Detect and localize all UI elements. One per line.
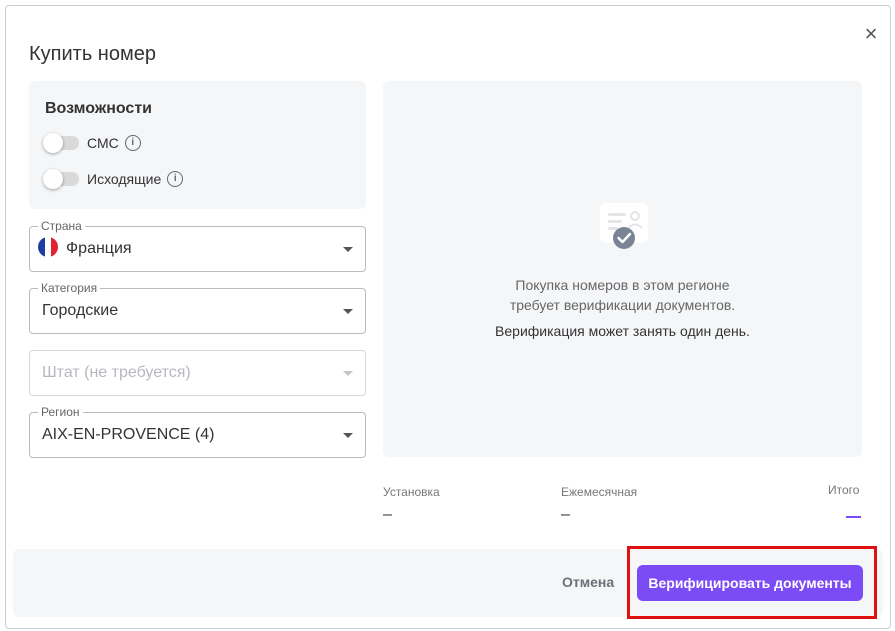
capabilities-panel: Возможности СМС i Исходящие i — [29, 81, 366, 209]
setup-value: – — [383, 506, 392, 523]
capabilities-title: Возможности — [45, 100, 152, 117]
capability-sms: СМС i — [43, 133, 141, 153]
france-flag-icon — [38, 237, 58, 257]
dialog-title: Купить номер — [29, 43, 156, 65]
outgoing-toggle[interactable] — [43, 169, 79, 189]
region-label: Регион — [38, 405, 83, 419]
capability-outgoing: Исходящие i — [43, 169, 184, 189]
cancel-button[interactable]: Отмена — [562, 574, 614, 590]
outgoing-label: Исходящие — [87, 171, 162, 187]
category-value: Городские — [42, 302, 119, 319]
verification-message: Покупка номеров в этом регионе требует в… — [383, 275, 862, 315]
region-value: AIX-EN-PROVENCE (4) — [42, 426, 215, 443]
monthly-label: Ежемесячная — [561, 485, 638, 499]
close-icon[interactable]: × — [861, 23, 881, 45]
verification-line-1: Покупка номеров в этом регионе — [515, 277, 730, 293]
country-label: Страна — [38, 219, 85, 233]
total-value — [846, 516, 861, 518]
state-placeholder: Штат (не требуется) — [42, 364, 191, 381]
category-label: Категория — [38, 281, 101, 295]
info-icon[interactable]: i — [124, 135, 141, 151]
chevron-down-icon — [343, 247, 353, 252]
chevron-down-icon — [343, 309, 353, 314]
country-text: Франция — [66, 240, 132, 258]
state-select: Штат (не требуется) — [29, 350, 366, 396]
verification-line-2: требует верификации документов. — [509, 297, 736, 313]
verification-note: Верификация может занять один день. — [495, 323, 750, 339]
verified-document-icon — [600, 203, 648, 249]
verify-documents-button[interactable]: Верифицировать документы — [637, 565, 863, 601]
region-select[interactable]: Регион AIX-EN-PROVENCE (4) — [29, 405, 366, 458]
chevron-down-icon — [343, 433, 353, 438]
country-select[interactable]: Страна Франция — [29, 219, 366, 272]
category-select[interactable]: Категория Городские — [29, 281, 366, 334]
setup-label: Установка — [383, 485, 440, 499]
sms-label: СМС — [87, 135, 119, 151]
monthly-value: – — [561, 506, 570, 523]
chevron-down-icon — [343, 371, 353, 376]
total-label: Итого — [828, 483, 860, 497]
verification-panel: Покупка номеров в этом регионе требует в… — [383, 81, 862, 457]
country-value: Франция — [38, 237, 132, 259]
sms-toggle[interactable] — [43, 133, 79, 153]
info-icon[interactable]: i — [167, 171, 184, 187]
